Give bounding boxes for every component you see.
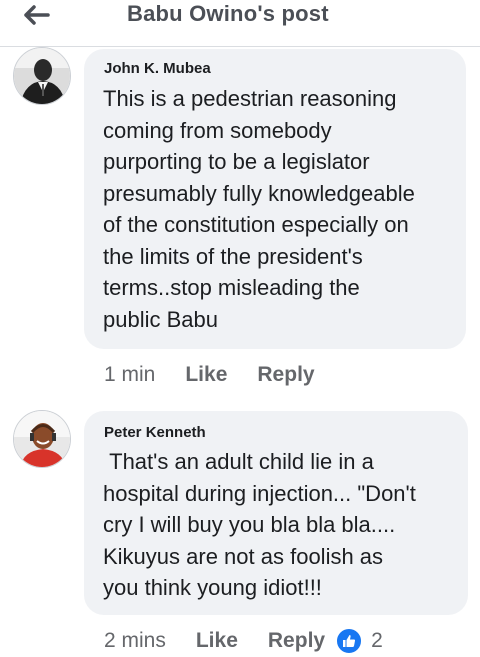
comment-text: This is a pedestrian reasoning coming fro…	[103, 83, 415, 335]
comment-line: of the constitution especially on	[103, 212, 409, 237]
comment-line: public Babu	[103, 306, 218, 332]
comment-timestamp: 2 mins	[104, 629, 166, 652]
comment-line: the limits of the president's	[103, 243, 363, 269]
comment-line: cry I will buy you bla bla bla....	[103, 512, 396, 537]
avatar-john-mubea[interactable]	[13, 47, 71, 105]
comment-author[interactable]: John K. Mubea	[104, 60, 211, 77]
comment-line: Kikuyus are not as foolish as	[103, 543, 384, 569]
back-button[interactable]	[18, 0, 54, 30]
reaction-count[interactable]: 2	[371, 629, 383, 653]
comment-line: purporting to be a legislator	[103, 149, 370, 174]
like-button[interactable]: Like	[196, 629, 238, 653]
arrow-left-icon	[24, 5, 50, 25]
comment-line: presumably fully knowledgeable	[103, 180, 415, 206]
page-title: Babu Owino's post	[127, 1, 329, 26]
avatar-peter-kenneth[interactable]	[13, 410, 71, 468]
comment-timestamp: 1 min	[104, 363, 156, 386]
comment-actions: 1 min Like Reply	[104, 360, 315, 390]
comment-line: terms..stop misleading the	[103, 275, 360, 300]
comment-line: coming from somebody	[103, 117, 332, 143]
comment-line: hospital during injection... "Don't	[103, 480, 416, 506]
thumbs-up-icon[interactable]	[335, 627, 364, 655]
comment-author[interactable]: Peter Kenneth	[104, 424, 206, 441]
reply-button[interactable]: Reply	[268, 629, 325, 653]
comment-text: That's an adult child lie in a hospital d…	[103, 446, 416, 604]
comment-line: you think young idiot!!!	[103, 575, 322, 600]
comment-line: This is a pedestrian reasoning	[103, 86, 397, 111]
reply-button[interactable]: Reply	[257, 363, 314, 387]
comment-line: That's an adult child lie in a	[103, 449, 374, 474]
post-header: Babu Owino's post	[0, 0, 480, 47]
like-button[interactable]: Like	[185, 363, 227, 387]
comment-actions: 2 mins Like Reply 2	[104, 626, 383, 656]
